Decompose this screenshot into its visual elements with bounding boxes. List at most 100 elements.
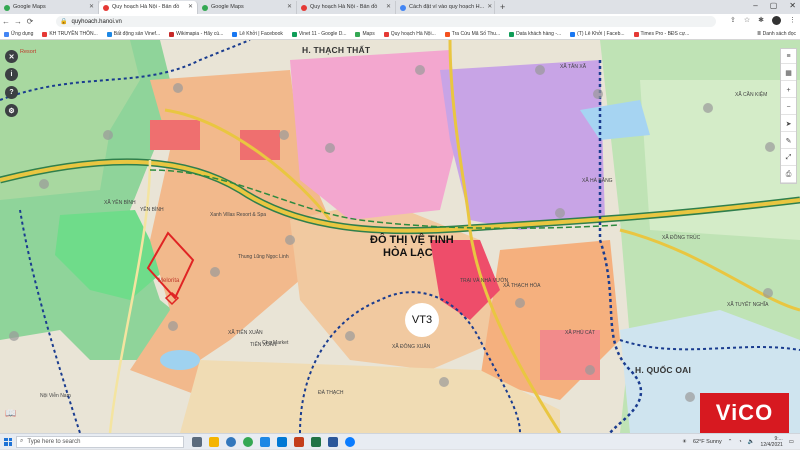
bookmark-item[interactable]: Quy hoạch Hà Nội... [383,31,436,37]
bookmark-label: Tra Cứu Mã Số Thu... [451,31,501,37]
basemap-icon[interactable]: ▦ [781,66,796,81]
notifications-icon[interactable]: ▭ [789,439,794,445]
tab-favicon-icon [103,4,109,11]
word-icon[interactable] [328,436,338,447]
bookmark-favicon-icon [106,31,112,37]
store-icon[interactable] [277,436,287,447]
tab-title: Cách đặt ví vào quy hoạch H... [409,4,485,10]
bookmark-favicon-icon [4,31,9,37]
windows-icon [4,437,12,446]
map-canvas[interactable]: Resort H. THẠCH THẤT H. QUỐC OAI ĐÔ THỊ … [0,40,800,433]
bookmark-item[interactable]: (T) Lê Khởi | Faceb... [570,31,625,37]
bookmark-label: Wikimapia - Hãy cù... [176,31,224,37]
bookmark-item[interactable]: Wikimapia - Hãy cù... [169,31,223,37]
maximize-icon[interactable]: ▢ [770,1,778,10]
network-icon[interactable]: ◔ [738,439,741,445]
melorita-label: Melorita [158,278,180,284]
bookmark-item[interactable]: Times Pro - BĐS cự... [633,31,689,37]
bookmark-item[interactable]: Ứng dụng [4,31,33,37]
tab-1[interactable]: Quy hoạch Hà Nội - Bản đồ ✕ [99,1,198,14]
settings-icon[interactable]: ⚙ [5,104,18,117]
menu-icon[interactable]: ⋮ [789,16,796,25]
place-label: TRẠI VÀ NHÀ VƯỜN [460,278,509,284]
chevron-up-icon[interactable]: ⌃ [728,439,733,445]
bookmark-star-icon[interactable]: ☆ [744,16,750,25]
info-icon[interactable]: i [5,68,18,81]
tab-4[interactable]: Cách đặt ví vào quy hoạch H... ✕ [396,1,495,14]
new-tab-button[interactable]: + [495,1,510,14]
bookmark-item[interactable]: Bất động sản Vinef... [106,31,161,37]
minimize-icon[interactable]: – [753,1,757,10]
tab-close-icon[interactable]: ✕ [287,1,292,14]
bookmark-item[interactable]: Data khách hàng -... [509,31,561,37]
bookmark-item[interactable]: Vinet 11 - Google D... [291,31,347,37]
bookmark-label: Vinet 11 - Google D... [298,31,347,37]
taskbar-search-input[interactable]: ⌕ Type here to search [16,435,184,448]
bookmark-favicon-icon [570,31,576,37]
extensions-icon[interactable]: ✱ [758,16,764,25]
forward-icon[interactable]: → [12,17,24,26]
bookmark-favicon-icon [291,31,297,37]
zoom-out-icon[interactable]: − [781,100,796,115]
print-icon[interactable]: ⎙ [781,168,796,183]
tab-close-icon[interactable]: ✕ [386,1,391,14]
volume-icon[interactable]: 🔈 [748,439,755,445]
tab-title: Quy hoạch Hà Nội - Bản đồ [112,4,180,10]
close-window-icon[interactable]: ✕ [789,1,796,10]
zoom-in-icon[interactable]: + [781,83,796,98]
tab-title: Quy hoạch Hà Nội - Bản đồ [310,4,378,10]
close-icon[interactable]: ✕ [5,50,18,63]
tab-0[interactable]: Google Maps ✕ [0,1,99,14]
start-button[interactable] [0,434,16,450]
place-label: Xanh Villas Resort & Spa [210,212,267,218]
vt3-marker[interactable]: VT3 [405,303,439,337]
layers-icon[interactable]: ≡ [781,49,796,64]
tab-2[interactable]: Google Maps ✕ [198,1,297,14]
place-label: ĐÀ THẠCH [318,390,344,396]
bookmark-item[interactable]: Lê Khởi | Facebook [232,31,283,37]
place-label: XÃ TIẾN XUÂN [228,330,263,336]
place-label: XÃ TÂN XÃ [560,64,587,70]
reading-list[interactable]: ≣ Danh sách đọc [757,31,796,37]
help-icon[interactable]: ? [5,86,18,99]
bookmark-label: Bất động sản Vinef... [113,31,161,37]
bookmark-favicon-icon [42,31,48,37]
tab-close-icon[interactable]: ✕ [89,1,94,14]
book-icon[interactable]: 📖 [5,408,16,419]
address-bar: ← → ⟳ 🔒 quyhoach.hanoi.vn ⇪ ☆ ✱ ⋮ [0,14,800,29]
excel-icon[interactable] [311,436,321,447]
bookmark-item[interactable]: Tra Cứu Mã Số Thu... [444,31,501,37]
url-input[interactable]: 🔒 quyhoach.hanoi.vn [56,16,716,27]
locate-icon[interactable]: ➤ [781,117,796,132]
city-title-line-1: ĐÔ THỊ VỆ TINH [370,234,454,246]
clock[interactable]: 9:... 12/4/2021 [761,436,783,448]
bookmark-item[interactable]: Maps [355,31,375,37]
zalo-icon[interactable] [345,436,355,447]
vico-logo: ViCO [700,393,789,433]
file-explorer-icon[interactable] [209,436,219,447]
mail-icon[interactable] [260,436,270,447]
share-icon[interactable]: ⇪ [730,16,736,25]
reload-icon[interactable]: ⟳ [24,17,36,26]
bookmark-favicon-icon [169,31,175,37]
tab-title: Google Maps [211,4,244,10]
avatar[interactable] [772,16,781,25]
bookmark-label: Quy hoạch Hà Nội... [390,31,436,37]
place-label: Nội Viễn Nam [40,393,71,399]
task-view-icon[interactable] [192,436,202,447]
bookmark-favicon-icon [232,31,238,37]
district-thach-that: H. THẠCH THẤT [302,45,371,55]
tab-close-icon[interactable]: ✕ [487,1,492,14]
edge-icon[interactable] [226,436,236,447]
clock-date: 12/4/2021 [760,442,783,448]
chrome-icon[interactable] [243,436,253,447]
powerpoint-icon[interactable] [294,436,304,447]
tab-favicon-icon [202,4,208,11]
measure-icon[interactable]: ✎ [781,134,796,149]
fullscreen-icon[interactable]: ⤢ [781,151,796,166]
tab-3[interactable]: Quy hoạch Hà Nội - Bản đồ ✕ [297,1,396,14]
tab-close-icon[interactable]: ✕ [188,1,193,14]
bookmark-item[interactable]: KH TRUYỀN THÔN... [42,31,98,37]
back-icon[interactable]: ← [0,17,12,26]
place-label: YÊN BÌNH [140,207,164,213]
